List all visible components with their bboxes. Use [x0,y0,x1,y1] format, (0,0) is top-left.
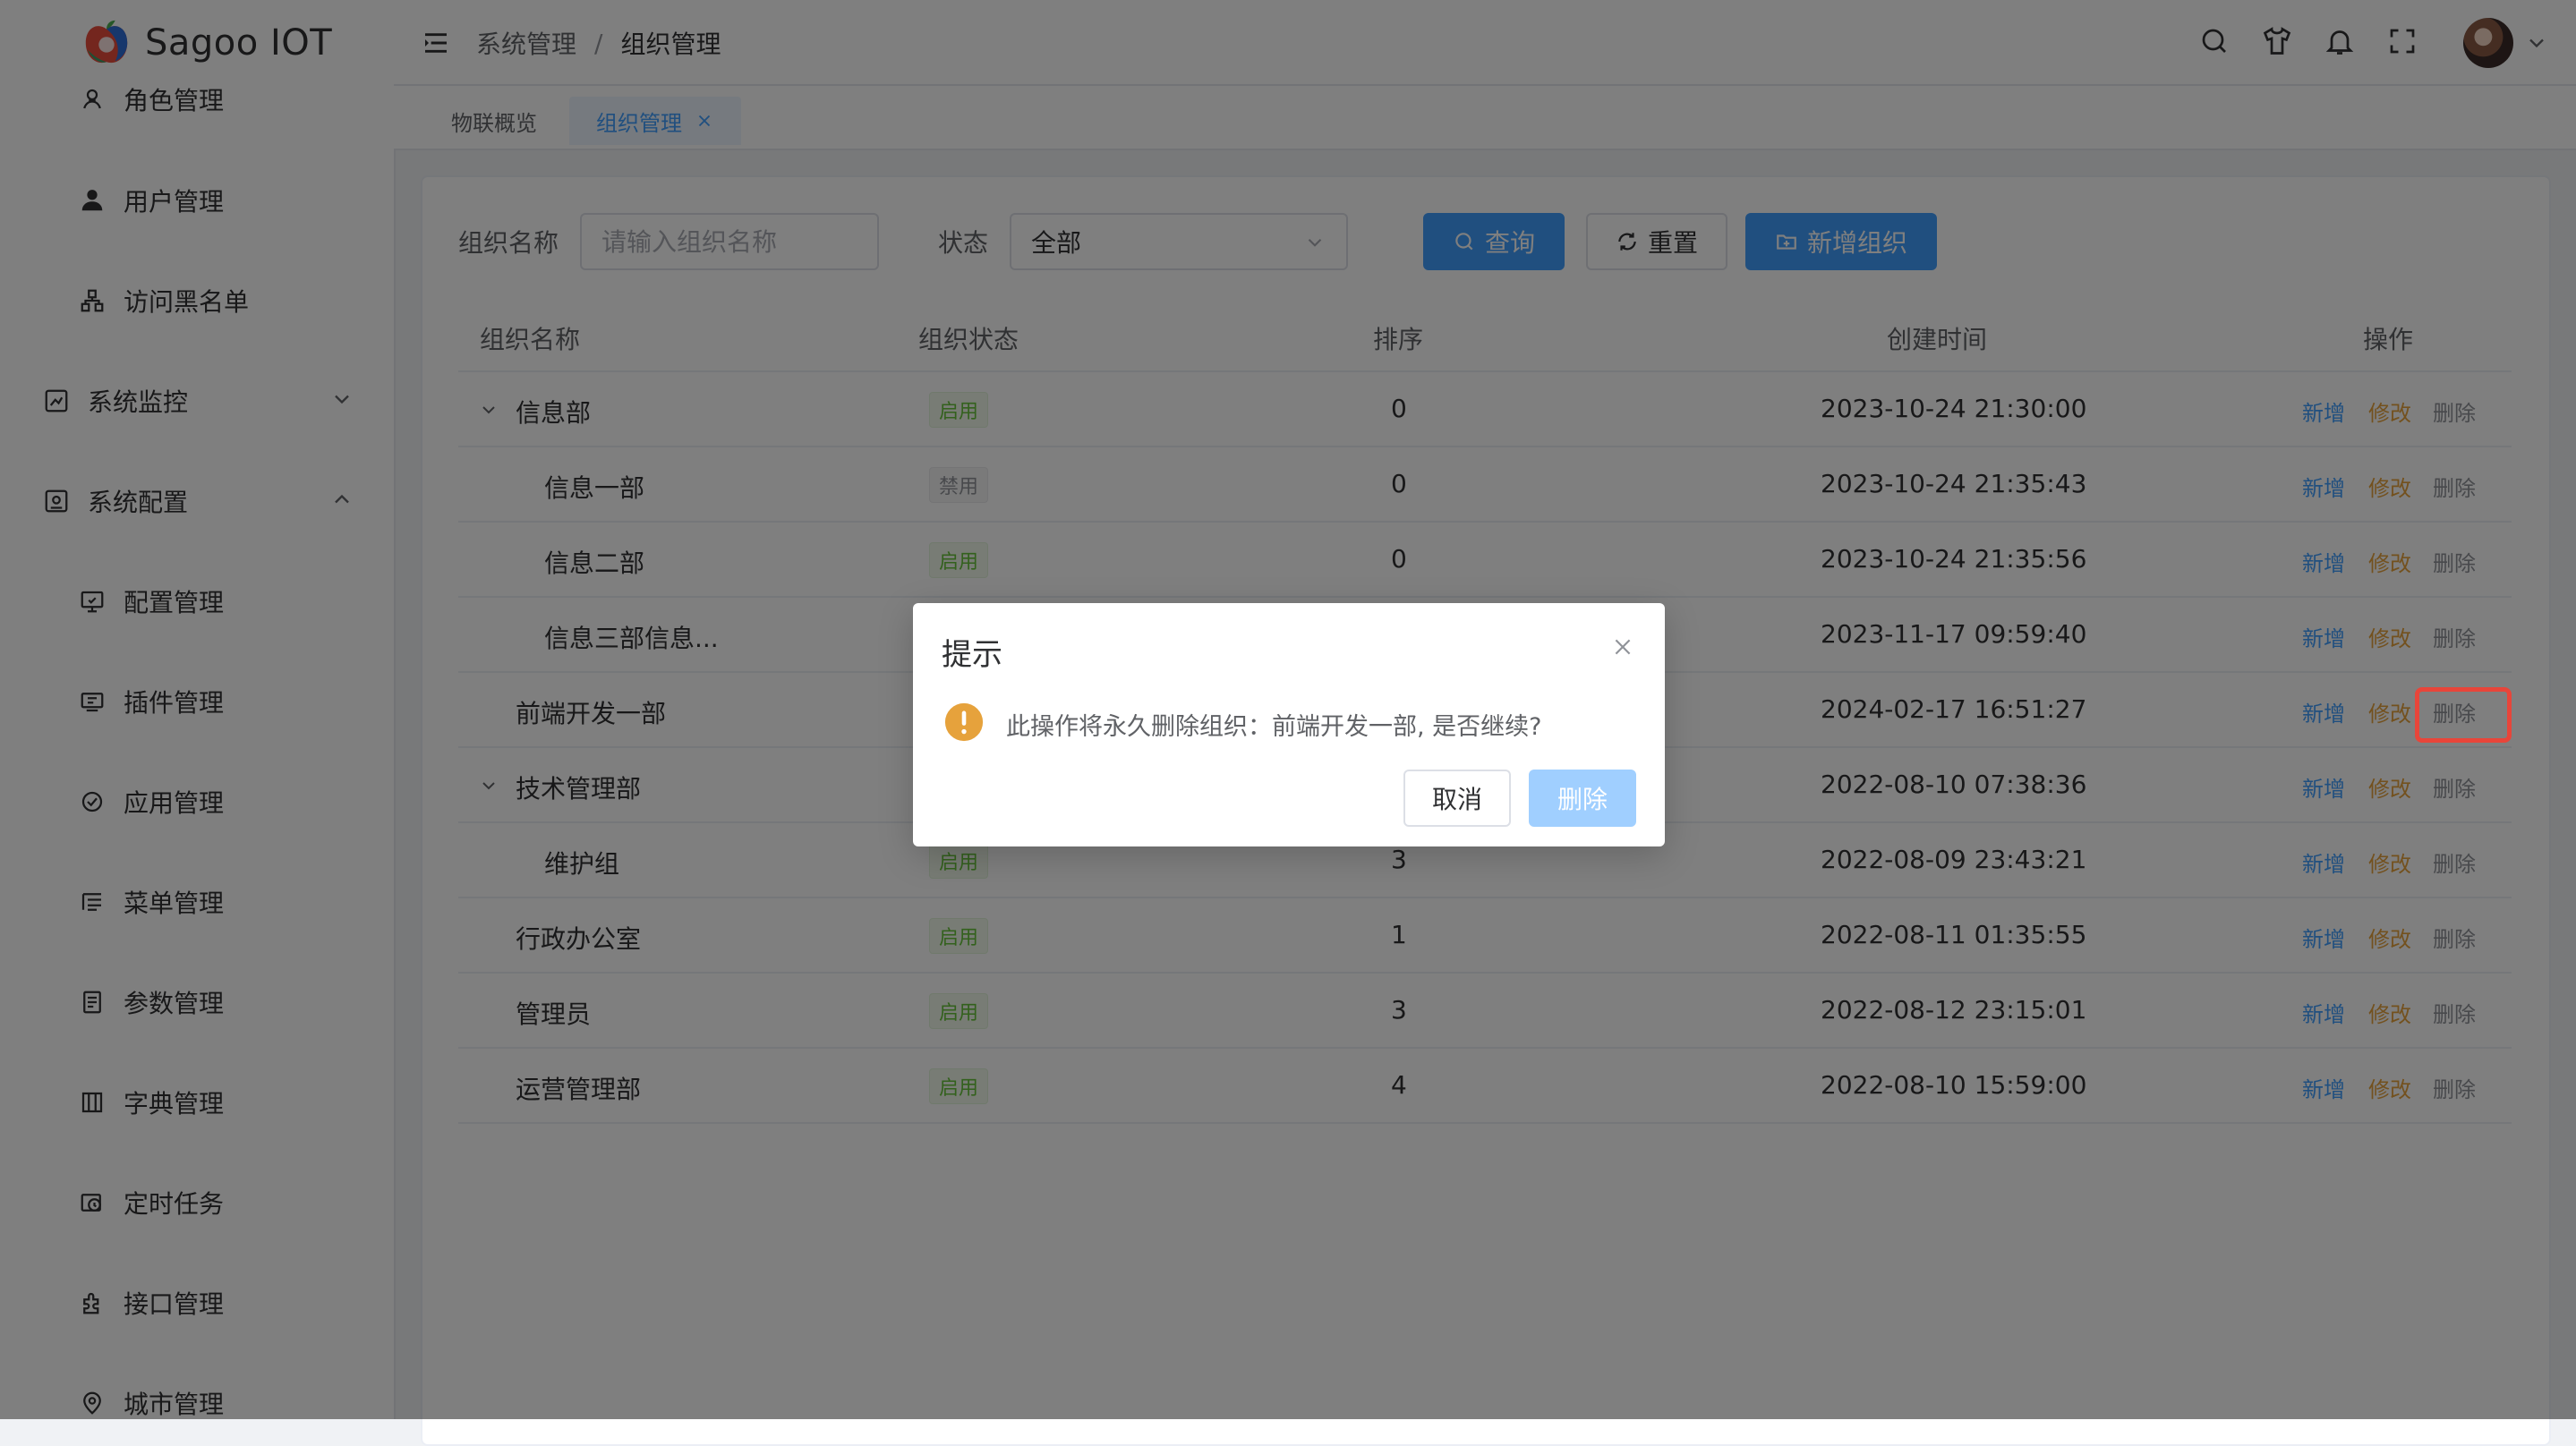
delete-highlight-box [2415,687,2512,743]
cancel-button[interactable]: 取消 [1403,770,1511,827]
warning-icon [944,702,984,742]
confirm-dialog: 提示 此操作将永久删除组织：前端开发一部, 是否继续? 取消 删除 [913,603,1665,846]
dialog-title: 提示 [942,637,1002,673]
close-icon[interactable] [1611,635,1634,659]
confirm-delete-button[interactable]: 删除 [1529,770,1636,827]
dialog-message: 此操作将永久删除组织：前端开发一部, 是否继续? [1006,713,1542,741]
